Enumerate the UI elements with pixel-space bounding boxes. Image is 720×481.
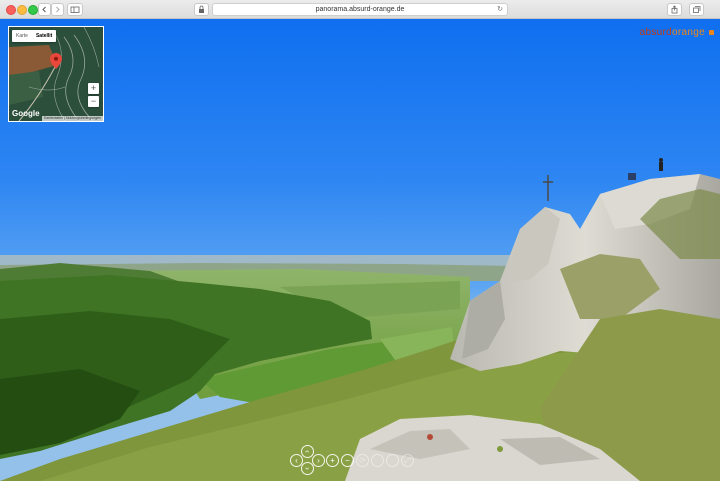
- back-button[interactable]: [38, 3, 51, 16]
- browser-window: panorama.absurd-orange.de ↻ absurdorange…: [0, 0, 720, 481]
- address-bar[interactable]: panorama.absurd-orange.de ↻: [212, 3, 508, 16]
- map-zoom-in-button[interactable]: +: [88, 83, 99, 94]
- navigation-pad: ‹ ‹ › ›: [290, 445, 325, 475]
- chevron-right-icon: [56, 6, 60, 13]
- share-button[interactable]: [667, 3, 682, 16]
- fullscreen-button[interactable]: ⤢: [401, 453, 414, 467]
- site-lock-button[interactable]: [194, 3, 209, 16]
- location-pin-icon[interactable]: [50, 53, 62, 69]
- forward-button[interactable]: [51, 3, 64, 16]
- map-type-tabs: Karte Satellit: [12, 30, 57, 42]
- hotspots-toggle-button[interactable]: [371, 453, 384, 467]
- minimap[interactable]: Karte Satellit + − Google Kartendaten | …: [8, 26, 104, 122]
- tabs-overview-button[interactable]: [689, 3, 704, 16]
- browser-toolbar: panorama.absurd-orange.de ↻: [0, 0, 720, 19]
- panorama-image[interactable]: [0, 19, 720, 481]
- minimize-window-button[interactable]: [17, 5, 27, 15]
- brand-logo-mark: [709, 30, 714, 35]
- map-attribution[interactable]: Kartendaten | Nutzungsbedingungen: [42, 116, 103, 121]
- sidebar-icon: [70, 6, 80, 13]
- map-zoom-out-button[interactable]: −: [88, 96, 99, 107]
- panorama-viewer[interactable]: absurdorange Karte Satellit + − Google K…: [0, 19, 720, 481]
- google-logo[interactable]: Google: [12, 109, 40, 118]
- tabs-icon: [693, 6, 701, 13]
- brand-logo[interactable]: absurdorange: [640, 27, 714, 38]
- pan-down-button[interactable]: ›: [301, 462, 314, 475]
- zoom-out-button[interactable]: −: [341, 453, 354, 467]
- chevron-left-icon: [42, 6, 46, 13]
- zoom-in-button[interactable]: +: [326, 453, 339, 467]
- tab-karte[interactable]: Karte: [12, 30, 32, 42]
- autorotate-button[interactable]: ⟳: [356, 453, 369, 467]
- address-url: panorama.absurd-orange.de: [315, 6, 405, 13]
- close-window-button[interactable]: [6, 5, 16, 15]
- lock-icon: [199, 5, 204, 13]
- panorama-controls: ‹ ‹ › › + − ⟳ ⤢: [290, 445, 414, 475]
- brand-logo-part1: absurd: [639, 27, 673, 38]
- reload-icon[interactable]: ↻: [497, 4, 503, 15]
- zoom-window-button[interactable]: [28, 5, 38, 15]
- tab-satellit[interactable]: Satellit: [32, 30, 56, 42]
- sidebar-toggle-button[interactable]: [67, 3, 83, 16]
- share-icon: [671, 5, 678, 14]
- pan-right-button[interactable]: ›: [312, 454, 325, 467]
- gyro-toggle-button[interactable]: [386, 453, 399, 467]
- brand-logo-part2: orange: [672, 27, 705, 38]
